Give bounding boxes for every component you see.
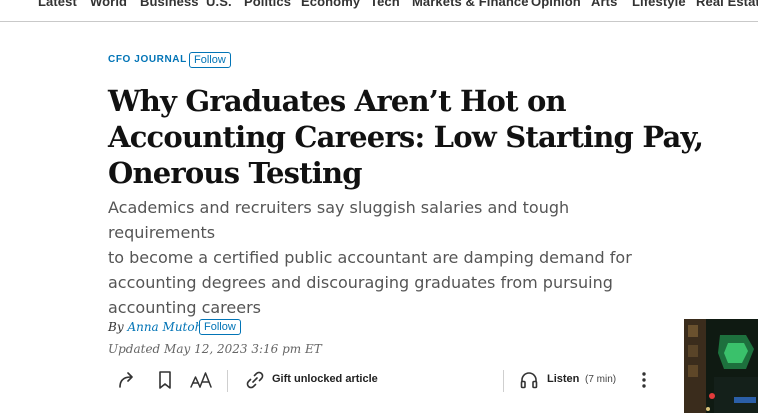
article-thumbnail[interactable] xyxy=(684,319,758,413)
share-icon[interactable] xyxy=(116,368,140,392)
more-vertical-icon[interactable] xyxy=(632,368,656,392)
headline-line: Why Graduates Aren’t Hot on xyxy=(108,84,567,118)
summary-line: accounting careers xyxy=(108,298,261,317)
headline-line: Onerous Testing xyxy=(108,156,363,190)
article-summary: Academics and recruiters say sluggish sa… xyxy=(108,195,673,320)
nav-item-real-estate[interactable]: Real Estate xyxy=(696,0,758,9)
toolbar-divider xyxy=(227,370,228,392)
follow-section-button[interactable]: Follow xyxy=(189,52,231,68)
article-headline: Why Graduates Aren’t Hot on Accounting C… xyxy=(108,83,728,191)
updated-timestamp: Updated May 12, 2023 3:16 pm ET xyxy=(108,342,322,356)
headphones-icon[interactable] xyxy=(517,368,541,392)
section-kicker[interactable]: CFO JOURNAL xyxy=(108,54,187,65)
nav-item-economy[interactable]: Economy xyxy=(301,0,360,9)
nav-item-us[interactable]: U.S. xyxy=(206,0,232,9)
nav-item-markets-finance[interactable]: Markets & Finance xyxy=(412,0,529,9)
toolbar-divider xyxy=(503,370,504,392)
summary-line: accounting degrees and discouraging grad… xyxy=(108,273,613,292)
nav-item-opinion[interactable]: Opinion xyxy=(531,0,581,9)
nav-item-world[interactable]: World xyxy=(90,0,127,9)
link-icon[interactable] xyxy=(243,368,267,392)
nav-item-arts[interactable]: Arts xyxy=(591,0,617,9)
byline: By Anna Mutoh xyxy=(108,320,202,334)
text-size-icon[interactable] xyxy=(189,368,213,392)
summary-line: Academics and recruiters say sluggish sa… xyxy=(108,198,570,242)
gift-article-button[interactable]: Gift unlocked article xyxy=(272,373,378,385)
nav-item-business[interactable]: Business xyxy=(140,0,199,9)
nav-item-politics[interactable]: Politics xyxy=(244,0,291,9)
follow-author-button[interactable]: Follow xyxy=(199,319,241,335)
top-navigation: Latest World Business U.S. Politics Econ… xyxy=(0,0,758,22)
nav-item-tech[interactable]: Tech xyxy=(370,0,400,9)
nav-item-lifestyle[interactable]: Lifestyle xyxy=(632,0,686,9)
nav-item-latest[interactable]: Latest xyxy=(38,0,77,9)
listen-duration: (7 min) xyxy=(585,374,617,385)
byline-prefix: By xyxy=(108,320,124,334)
headline-line: Accounting Careers: Low Starting Pay, xyxy=(108,120,704,154)
bookmark-icon[interactable] xyxy=(153,368,177,392)
summary-line: to become a certified public accountant … xyxy=(108,248,632,267)
listen-button[interactable]: Listen xyxy=(547,373,579,385)
author-link[interactable]: Anna Mutoh xyxy=(127,320,202,334)
